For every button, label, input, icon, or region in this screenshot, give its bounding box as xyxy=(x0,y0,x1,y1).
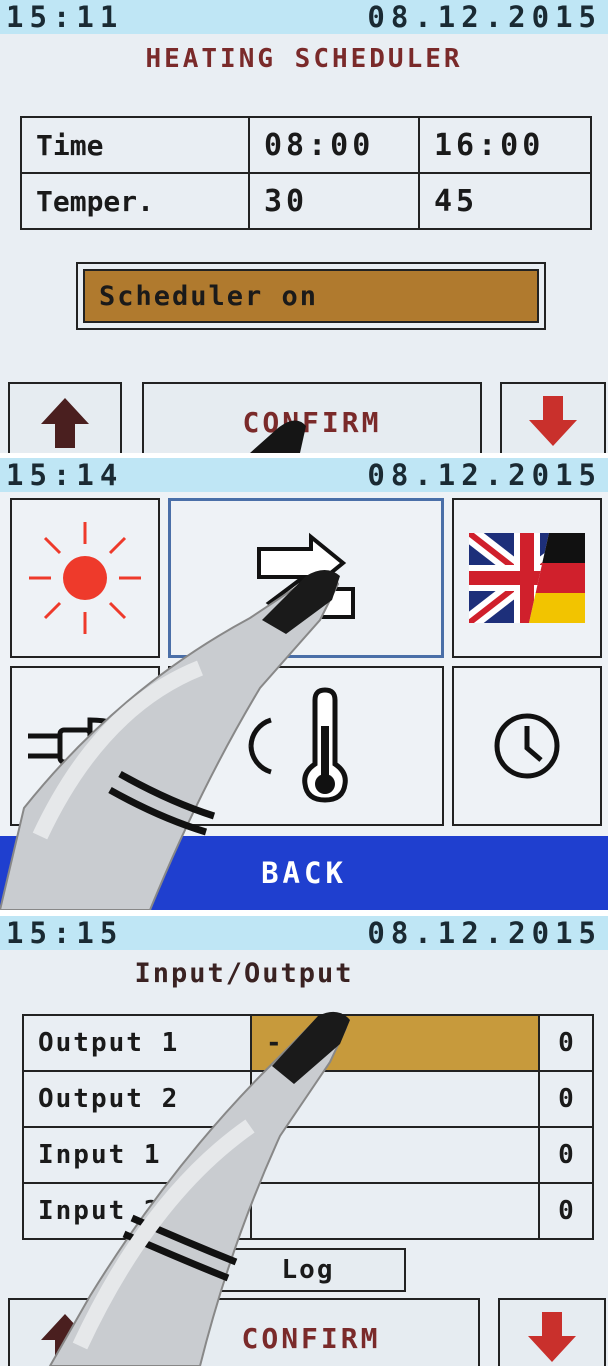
up-arrow-button[interactable] xyxy=(8,1298,122,1366)
output-2-value-cell[interactable] xyxy=(250,1070,540,1128)
row-state: 0 xyxy=(558,1084,574,1114)
row-value: - xyxy=(266,1028,282,1058)
down-arrow-button[interactable] xyxy=(500,382,606,453)
confirm-button[interactable]: CONFIRM xyxy=(142,1298,480,1366)
scheduler-toggle-frame[interactable]: Scheduler on xyxy=(76,262,546,330)
input-2-value-cell[interactable] xyxy=(250,1182,540,1240)
output-1-state-cell: 0 xyxy=(538,1014,594,1072)
date-display: 08.12.2015 xyxy=(367,916,602,950)
clock-icon xyxy=(494,713,560,779)
back-label: BACK xyxy=(261,856,347,890)
temperature-tile[interactable] xyxy=(168,666,444,826)
clock-tile[interactable] xyxy=(452,666,602,826)
row-label: Time xyxy=(36,128,104,162)
up-arrow-button[interactable] xyxy=(8,382,122,453)
back-button[interactable]: BACK xyxy=(0,836,608,910)
input-1-state-cell: 0 xyxy=(538,1126,594,1184)
clock-time: 15:11 xyxy=(6,0,124,34)
input-2-label-cell: Input 2 xyxy=(22,1182,252,1240)
time-end-cell[interactable]: 16:00 xyxy=(418,116,592,174)
sun-icon xyxy=(29,522,141,634)
uk-germany-flag-icon xyxy=(469,533,585,623)
status-bar: 15:15 08.12.2015 xyxy=(0,916,608,950)
row-state: 0 xyxy=(558,1028,574,1058)
temperature-end-cell[interactable]: 45 xyxy=(418,172,592,230)
output-1-value-cell[interactable]: - xyxy=(250,1014,540,1072)
row-label: Input 1 xyxy=(38,1140,162,1170)
temperature-end-value: 45 xyxy=(434,183,479,219)
time-start-cell[interactable]: 08:00 xyxy=(248,116,420,174)
plug-tile[interactable] xyxy=(10,666,160,826)
row-state: 0 xyxy=(558,1140,574,1170)
log-button[interactable]: Log xyxy=(210,1248,406,1292)
log-label: Log xyxy=(281,1255,335,1285)
scheduler-toggle-button[interactable]: Scheduler on xyxy=(83,269,539,323)
row-label: Input 2 xyxy=(38,1196,162,1226)
arrow-down-icon xyxy=(528,1312,576,1362)
arrow-up-icon xyxy=(41,398,89,448)
status-bar: 15:11 08.12.2015 xyxy=(0,0,608,34)
confirm-label: CONFIRM xyxy=(241,1321,381,1355)
time-end-value: 16:00 xyxy=(434,127,545,163)
date-display: 08.12.2015 xyxy=(367,0,602,34)
output-2-state-cell: 0 xyxy=(538,1070,594,1128)
temperature-label-cell: Temper. xyxy=(20,172,250,230)
row-label: Output 1 xyxy=(38,1028,180,1058)
thermometer-icon xyxy=(248,687,348,803)
confirm-label: CONFIRM xyxy=(242,405,382,439)
arrow-up-icon xyxy=(41,1314,89,1364)
sun-tile[interactable] xyxy=(10,498,160,658)
page-title: HEATING SCHEDULER xyxy=(145,44,463,74)
main-menu-screen: 15:14 08.12.2015 BACK xyxy=(0,458,608,910)
arrow-down-icon xyxy=(529,396,577,446)
arrows-exchange-icon xyxy=(257,532,355,631)
time-label-cell: Time xyxy=(20,116,250,174)
arrows-tile[interactable] xyxy=(168,498,444,658)
row-label: Temper. xyxy=(36,184,155,218)
heating-scheduler-screen: 15:11 08.12.2015 HEATING SCHEDULER Time … xyxy=(0,0,608,453)
temperature-start-cell[interactable]: 30 xyxy=(248,172,420,230)
status-bar: 15:14 08.12.2015 xyxy=(0,458,608,492)
time-start-value: 08:00 xyxy=(264,127,375,163)
input-1-value-cell[interactable] xyxy=(250,1126,540,1184)
clock-time: 15:14 xyxy=(6,458,124,492)
date-display: 08.12.2015 xyxy=(367,458,602,492)
temperature-start-value: 30 xyxy=(264,183,309,219)
input-1-label-cell: Input 1 xyxy=(22,1126,252,1184)
output-1-label-cell: Output 1 xyxy=(22,1014,252,1072)
row-label: Output 2 xyxy=(38,1084,180,1114)
clock-time: 15:15 xyxy=(6,916,124,950)
confirm-button[interactable]: CONFIRM xyxy=(142,382,482,453)
output-2-label-cell: Output 2 xyxy=(22,1070,252,1128)
language-tile[interactable] xyxy=(452,498,602,658)
page-title: Input/Output xyxy=(134,958,354,989)
row-state: 0 xyxy=(558,1196,574,1226)
input-2-state-cell: 0 xyxy=(538,1182,594,1240)
down-arrow-button[interactable] xyxy=(498,1298,606,1366)
plug-icon xyxy=(28,717,150,775)
scheduler-status-text: Scheduler on xyxy=(99,280,319,312)
input-output-screen: 15:15 08.12.2015 Input/Output Output 1 -… xyxy=(0,916,608,1366)
